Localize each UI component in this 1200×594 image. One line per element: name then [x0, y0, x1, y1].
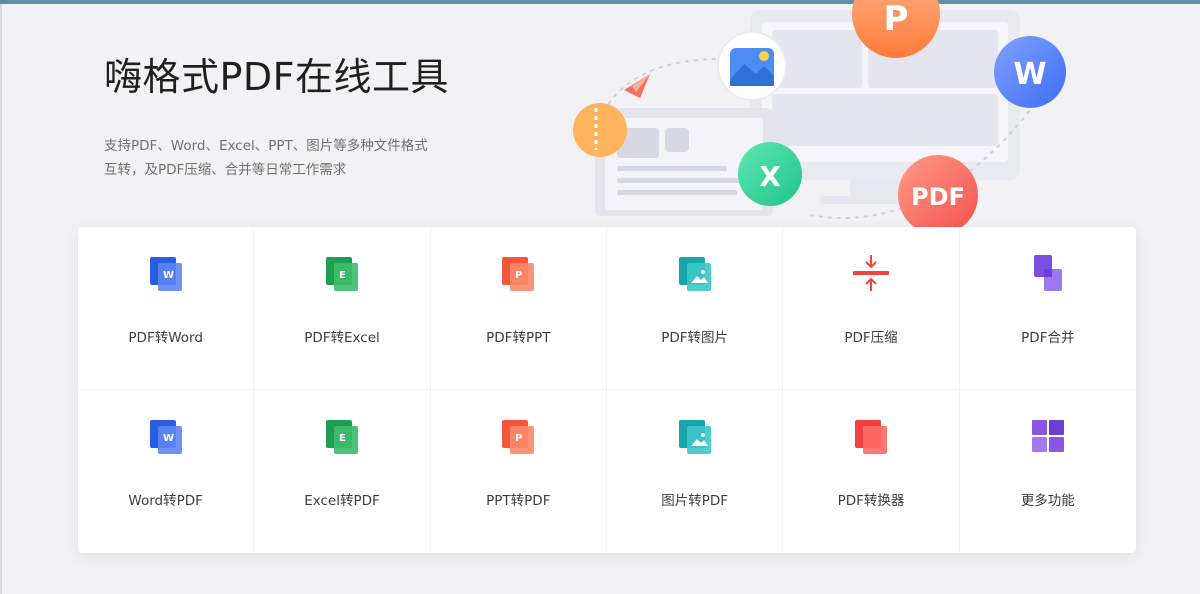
tool-more-features[interactable]: 更多功能 [960, 390, 1136, 553]
left-edge [0, 4, 2, 594]
tool-pdf-to-word[interactable]: W PDF转Word [78, 227, 255, 390]
tool-image-to-pdf[interactable]: 图片转PDF [607, 390, 784, 553]
tool-ppt-to-pdf[interactable]: P PPT转PDF [431, 390, 607, 553]
tool-pdf-to-ppt[interactable]: P PDF转PPT [430, 227, 607, 390]
tool-label: 更多功能 [1020, 493, 1075, 509]
svg-text:E: E [339, 270, 346, 281]
svg-text:E: E [339, 433, 346, 444]
page-title: 嗨格式PDF在线工具 [104, 55, 450, 99]
tools-card: W PDF转Word E PDF转Excel P PDF转PPT PDF转图片 [78, 227, 1136, 553]
word-badge-icon: W [994, 36, 1066, 108]
word-doc-icon: W [149, 257, 182, 291]
tool-word-to-pdf[interactable]: W Word转PDF [78, 390, 255, 553]
description-line-1: 支持PDF、Word、Excel、PPT、图片等多种文件格式 [104, 138, 428, 154]
tool-label: PDF转图片 [661, 330, 729, 346]
ppt-badge-letter: P [884, 0, 909, 39]
excel-doc-icon: E [325, 257, 358, 291]
tool-label: PDF压缩 [844, 330, 898, 346]
word-doc-icon: W [149, 420, 182, 454]
zip-badge-icon [573, 103, 627, 157]
svg-text:P: P [515, 270, 522, 281]
word-badge-letter: W [1013, 57, 1046, 92]
tool-pdf-to-image[interactable]: PDF转图片 [606, 227, 784, 390]
compress-icon [852, 255, 889, 291]
grid-more-icon [1031, 420, 1064, 452]
tool-label: 图片转PDF [661, 493, 729, 509]
tool-label: Word转PDF [128, 493, 203, 509]
image-doc-icon [678, 420, 711, 454]
converter-icon [854, 420, 887, 454]
tool-label: PDF转Word [128, 330, 203, 346]
tool-pdf-compress[interactable]: PDF压缩 [783, 227, 960, 390]
excel-badge-letter: X [759, 160, 781, 193]
ppt-doc-icon: P [502, 257, 535, 291]
tool-excel-to-pdf[interactable]: E Excel转PDF [254, 390, 431, 553]
tool-pdf-converter[interactable]: PDF转换器 [783, 390, 960, 553]
svg-text:P: P [515, 433, 522, 444]
image-badge-icon [717, 31, 787, 101]
svg-text:W: W [163, 433, 174, 444]
description-line-2: 互转，及PDF压缩、合并等日常工作需求 [104, 162, 347, 178]
tool-pdf-to-excel[interactable]: E PDF转Excel [254, 227, 431, 390]
merge-icon [1033, 255, 1062, 291]
image-doc-icon [678, 257, 711, 291]
tool-label: PDF合并 [1021, 330, 1075, 346]
tool-label: PDF转Excel [304, 330, 380, 346]
tool-label: PDF转PPT [486, 330, 551, 346]
svg-text:W: W [163, 270, 174, 281]
pdf-badge-text: PDF [911, 183, 965, 211]
tool-label: PDF转换器 [837, 493, 905, 509]
ppt-doc-icon: P [502, 420, 535, 454]
tool-label: PPT转PDF [486, 493, 551, 509]
tool-label: Excel转PDF [304, 493, 380, 509]
tool-pdf-merge[interactable]: PDF合并 [959, 227, 1136, 390]
excel-doc-icon: E [325, 420, 358, 454]
excel-badge-icon: X [738, 142, 802, 206]
page-description: 支持PDF、Word、Excel、PPT、图片等多种文件格式 互转，及PDF压缩… [104, 134, 484, 182]
hero-illustration: P W X PDF [573, 0, 1066, 228]
